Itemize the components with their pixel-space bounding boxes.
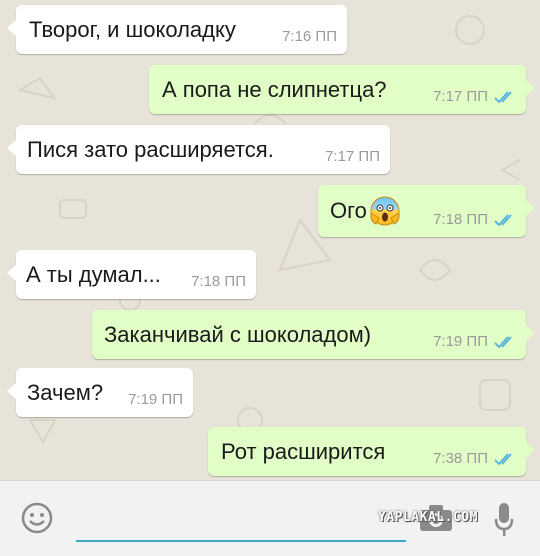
message-time: 7:17 ПП (433, 88, 488, 105)
message-input-underline (76, 540, 406, 542)
smiley-icon[interactable] (20, 501, 54, 535)
message-text: А ты думал... (26, 261, 161, 287)
message-bubble-incoming[interactable]: А ты думал... 7:18 ПП (7, 250, 256, 299)
message-meta: 7:17 ПП (325, 148, 380, 165)
message-bubble-incoming[interactable]: Пися зато расширяется. 7:17 ПП (7, 125, 390, 174)
message-meta: 7:38 ПП (433, 450, 516, 467)
message-time: 7:19 ПП (433, 333, 488, 350)
message-bubble-outgoing[interactable]: А попа не слипнетца? 7:17 ПП (149, 65, 535, 114)
message-meta: 7:19 ПП (433, 333, 516, 350)
read-ticks-icon (494, 452, 512, 465)
message-text: Рот расширится (221, 438, 386, 464)
message-meta: 7:16 ПП (282, 28, 337, 45)
message-text: Заканчивай с шоколадом) (104, 321, 372, 347)
message-input[interactable] (76, 506, 406, 536)
message-meta: 7:18 ПП (191, 273, 246, 290)
message-bubble-incoming[interactable]: Зачем? 7:19 ПП (7, 368, 193, 417)
message-meta: 7:18 ПП (433, 211, 516, 228)
message-bubble-outgoing[interactable]: Рот расширится 7:38 ПП (208, 427, 535, 476)
message-meta: 7:19 ПП (128, 391, 183, 408)
read-ticks-icon (494, 213, 512, 226)
message-time: 7:16 ПП (282, 28, 337, 45)
read-ticks-icon (494, 90, 512, 103)
message-time: 7:19 ПП (128, 391, 183, 408)
message-text: Творог, и шоколадку (29, 16, 236, 42)
message-time: 7:38 ПП (433, 450, 488, 467)
screaming-face-icon (370, 196, 400, 226)
message-time: 7:17 ПП (325, 148, 380, 165)
watermark: YAPLAKAL.COM (378, 510, 478, 525)
read-ticks-icon (494, 335, 512, 348)
message-meta: 7:17 ПП (433, 88, 516, 105)
message-text: Зачем? (27, 379, 104, 405)
message-text: Ого (330, 198, 367, 223)
message-text: А попа не слипнетца? (162, 76, 387, 102)
message-bubble-outgoing[interactable]: Заканчивай с шоколадом) 7:19 ПП (92, 310, 535, 359)
message-text: Пися зато расширяется. (27, 136, 274, 162)
message-bubble-outgoing[interactable]: Ого 7:18 ПП (318, 185, 535, 237)
microphone-icon[interactable] (494, 501, 514, 539)
message-time: 7:18 ПП (191, 273, 246, 290)
message-time: 7:18 ПП (433, 211, 488, 228)
message-bubble-incoming[interactable]: Творог, и шоколадку 7:16 ПП (7, 5, 347, 54)
